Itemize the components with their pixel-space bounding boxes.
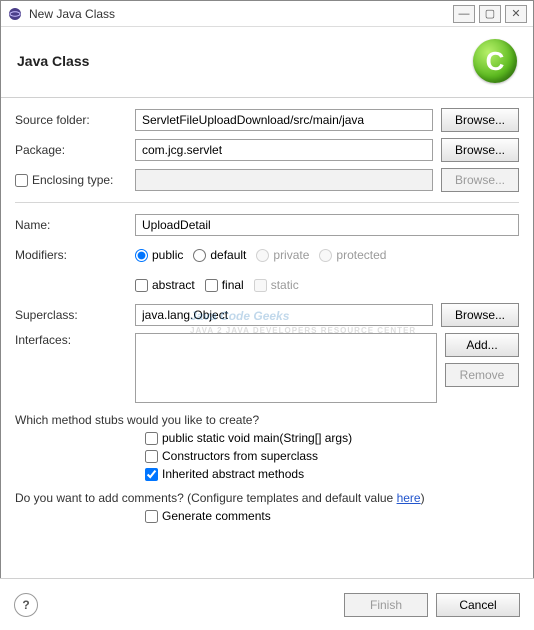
superclass-browse-button[interactable]: Browse... [441,303,519,327]
finish-button[interactable]: Finish [344,593,428,617]
enclosing-type-input [135,169,433,191]
superclass-input[interactable] [135,304,433,326]
comments-question: Do you want to add comments? (Configure … [15,491,519,505]
modifier-protected: protected [319,248,386,262]
help-button[interactable]: ? [14,593,38,617]
enclosing-type-label: Enclosing type: [32,173,113,187]
enclosing-type-checkbox[interactable] [15,174,28,187]
stubs-question: Which method stubs would you like to cre… [15,413,519,427]
class-icon: C [473,39,517,83]
minimize-button[interactable]: — [453,5,475,23]
modifier-static: static [254,278,299,292]
dialog-header: Java Class C [1,27,533,98]
package-browse-button[interactable]: Browse... [441,138,519,162]
source-folder-browse-button[interactable]: Browse... [441,108,519,132]
eclipse-icon [7,6,23,22]
package-label: Package: [15,143,135,157]
modifier-default[interactable]: default [193,248,246,262]
stub-constructors[interactable]: Constructors from superclass [145,449,519,463]
name-input[interactable] [135,214,519,236]
enclosing-type-check[interactable]: Enclosing type: [15,173,135,187]
modifier-abstract[interactable]: abstract [135,278,195,292]
enclosing-type-browse-button: Browse... [441,168,519,192]
window-title: New Java Class [29,7,453,21]
titlebar: New Java Class — ▢ ✕ [1,1,533,27]
stub-inherited[interactable]: Inherited abstract methods [145,467,519,481]
interfaces-label: Interfaces: [15,333,135,347]
cancel-button[interactable]: Cancel [436,593,520,617]
modifier-public[interactable]: public [135,248,183,262]
interfaces-add-button[interactable]: Add... [445,333,519,357]
source-folder-label: Source folder: [15,113,135,127]
maximize-button[interactable]: ▢ [479,5,501,23]
modifier-private: private [256,248,309,262]
configure-templates-link[interactable]: here [397,491,421,505]
interfaces-remove-button: Remove [445,363,519,387]
dialog-title: Java Class [17,53,89,69]
modifiers-label: Modifiers: [15,248,135,262]
name-label: Name: [15,218,135,232]
source-folder-input[interactable] [135,109,433,131]
close-button[interactable]: ✕ [505,5,527,23]
separator [15,202,519,203]
superclass-label: Superclass: [15,308,135,322]
modifier-final[interactable]: final [205,278,244,292]
generate-comments[interactable]: Generate comments [145,509,519,523]
stub-main[interactable]: public static void main(String[] args) [145,431,519,445]
interfaces-list[interactable] [135,333,437,403]
package-input[interactable] [135,139,433,161]
dialog-footer: ? Finish Cancel [0,578,534,630]
